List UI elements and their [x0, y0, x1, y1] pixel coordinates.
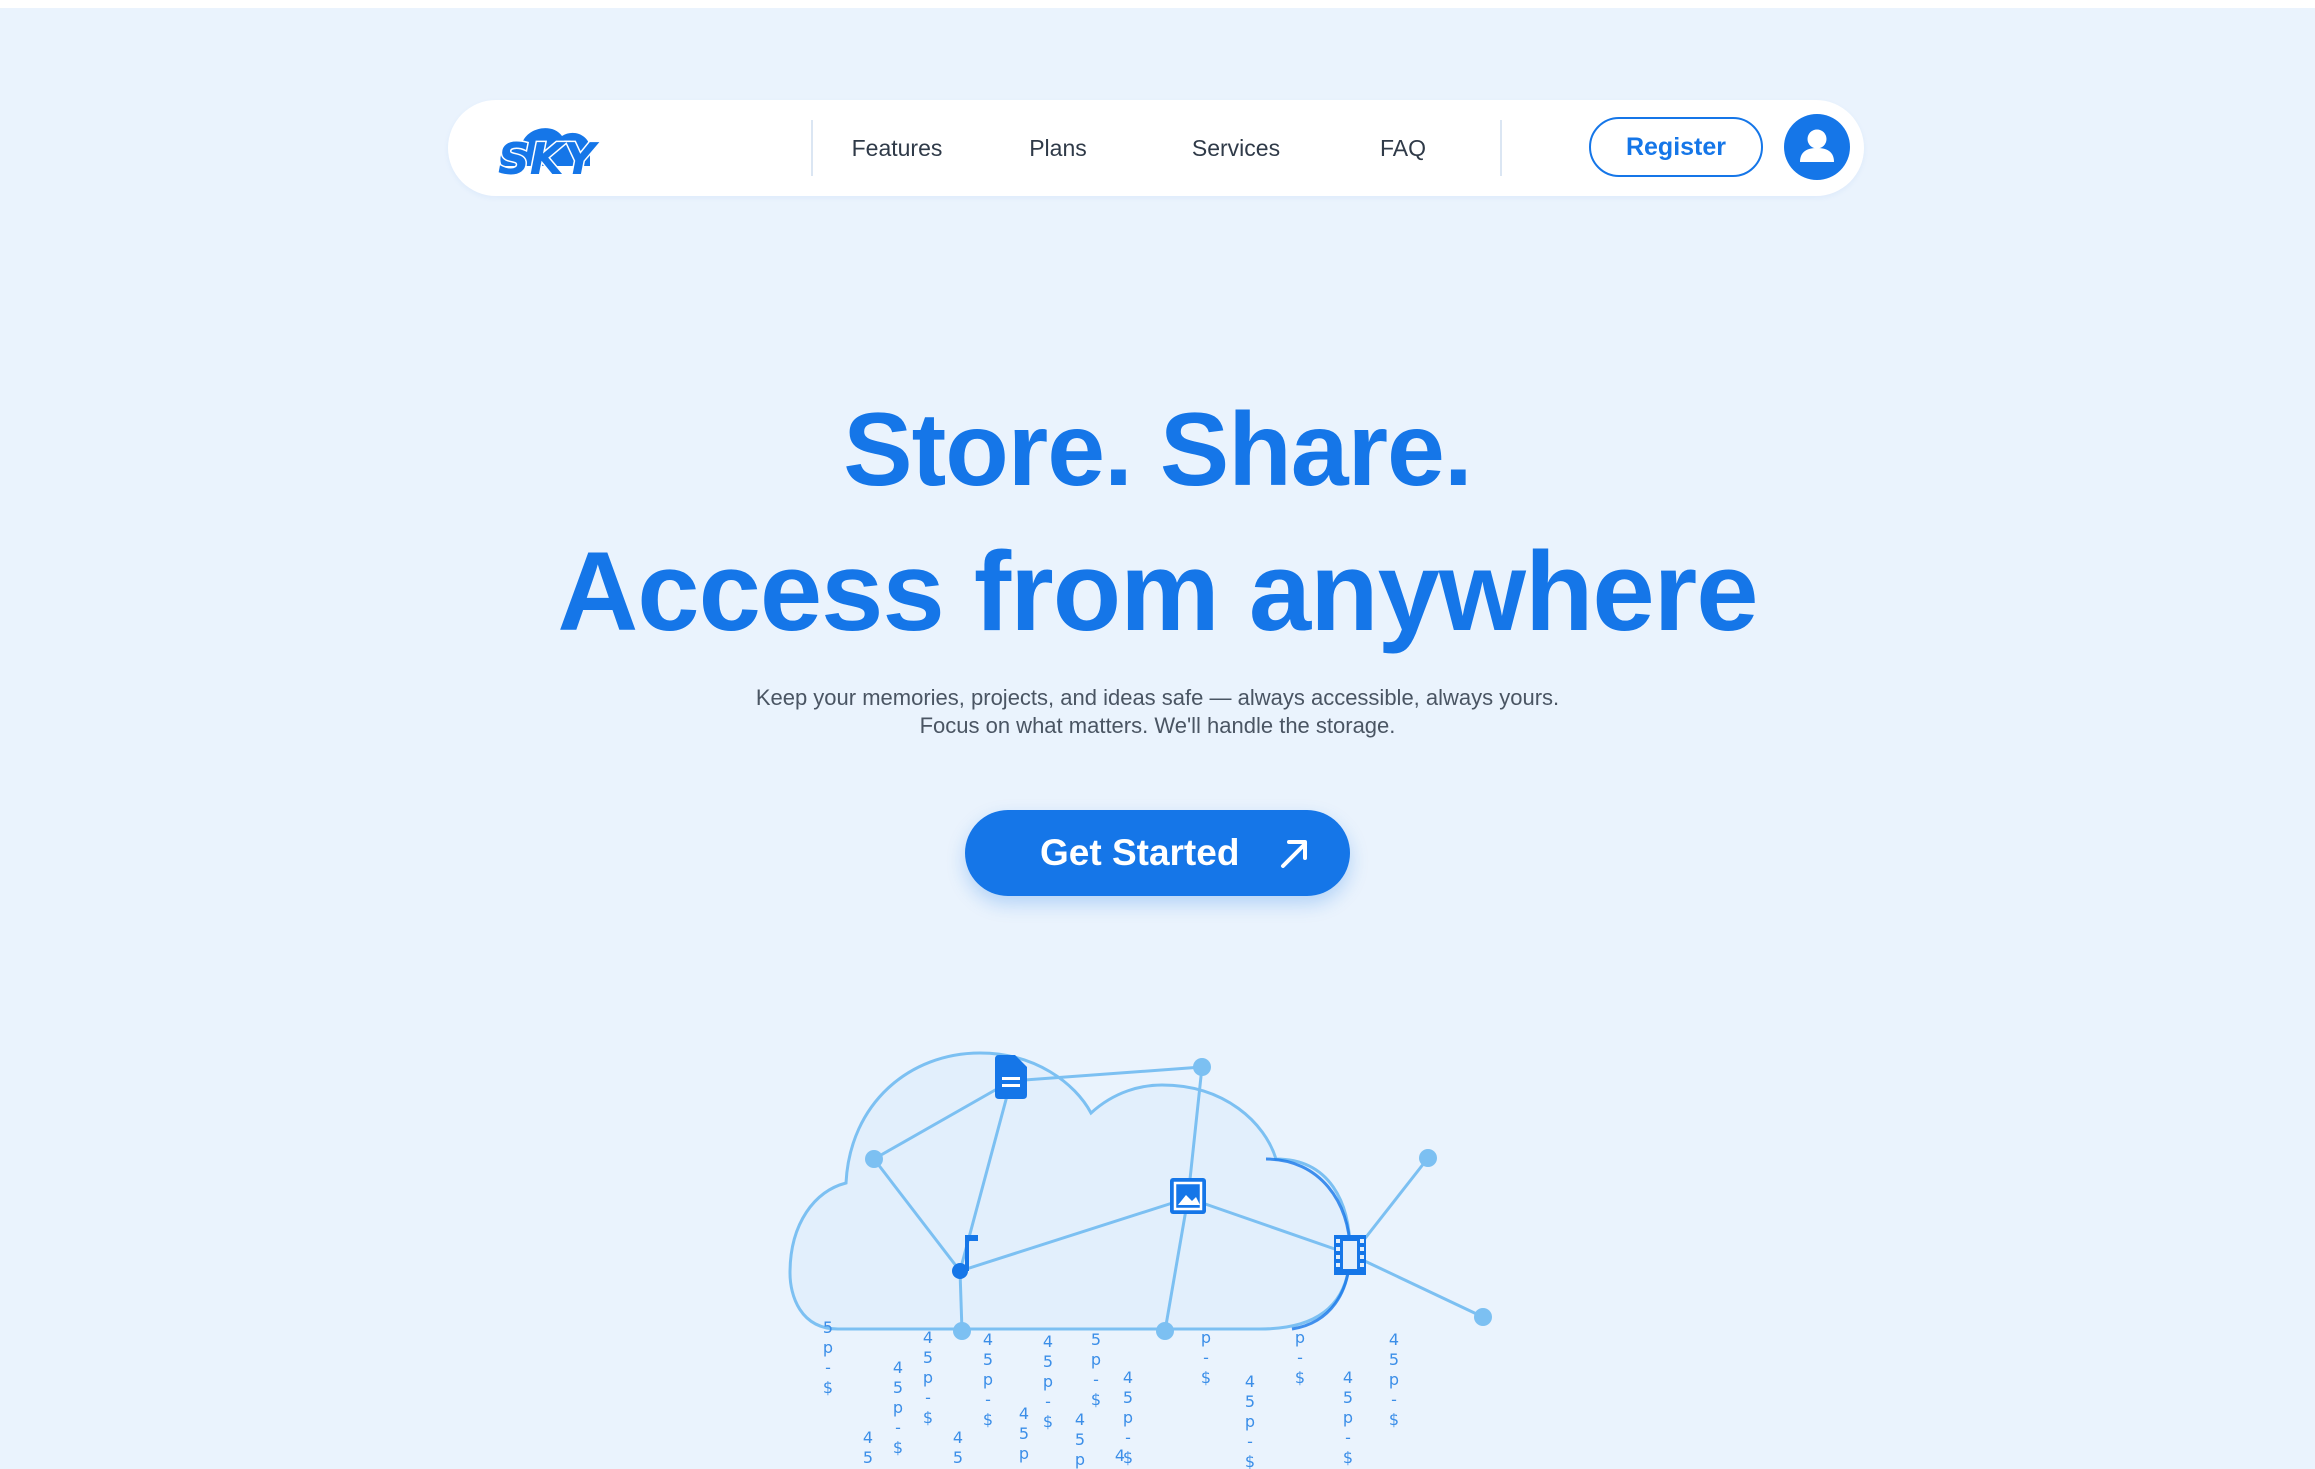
svg-text:$: $: [1389, 1410, 1399, 1429]
svg-text:$: $: [983, 1410, 993, 1429]
svg-text:p: p: [893, 1398, 903, 1417]
get-started-label: Get Started: [1040, 832, 1240, 873]
data-rain: 5p-$ 45p-$ 45p-$ 45p 45p-$ 45p 45p-$ 45p…: [823, 1318, 1399, 1469]
svg-text:5: 5: [1123, 1388, 1133, 1407]
svg-text:5: 5: [863, 1448, 873, 1467]
account-button[interactable]: [1784, 114, 1850, 180]
svg-text:5: 5: [923, 1348, 933, 1367]
svg-text:4: 4: [1123, 1368, 1133, 1387]
svg-text:4: 4: [1389, 1330, 1399, 1349]
cloud-network-illustration: 5p-$ 45p-$ 45p-$ 45p 45p-$ 45p 45p-$ 45p…: [788, 1051, 1492, 1469]
svg-text:4: 4: [1075, 1410, 1085, 1429]
svg-text:-: -: [1045, 1392, 1051, 1411]
svg-text:4: 4: [863, 1428, 873, 1447]
nav-divider-left: [811, 120, 813, 176]
landing-page: SKY Features Plans Services FAQ Register…: [0, 8, 2315, 1469]
svg-text:5: 5: [1245, 1392, 1255, 1411]
svg-text:p: p: [1245, 1412, 1255, 1431]
arrow-up-right-icon: [1281, 840, 1307, 868]
hero-subtitle-line2: Focus on what matters. We'll handle the …: [919, 713, 1396, 738]
user-icon: [1800, 129, 1834, 162]
hero-title-line1: Store. Share.: [843, 392, 1473, 508]
svg-text:p: p: [1019, 1444, 1029, 1463]
film-icon: [1334, 1235, 1366, 1275]
svg-text:4: 4: [1019, 1404, 1029, 1423]
navigation-bar: SKY Features Plans Services FAQ Register: [448, 100, 1864, 196]
svg-text:p: p: [1075, 1450, 1085, 1469]
nav-divider-right: [1500, 120, 1502, 176]
get-started-button[interactable]: Get Started: [965, 810, 1350, 896]
svg-text:p: p: [1123, 1408, 1133, 1427]
svg-text:4: 4: [893, 1358, 903, 1377]
nav-link-services[interactable]: Services: [1166, 130, 1306, 166]
svg-text:-: -: [1125, 1428, 1131, 1447]
svg-text:-: -: [1247, 1432, 1253, 1451]
svg-text:5: 5: [893, 1378, 903, 1397]
svg-text:5: 5: [1091, 1330, 1101, 1349]
svg-text:4: 4: [923, 1328, 933, 1347]
svg-text:5: 5: [1343, 1388, 1353, 1407]
svg-text:4: 4: [953, 1428, 963, 1447]
svg-text:-: -: [825, 1358, 831, 1377]
svg-text:5: 5: [1019, 1424, 1029, 1443]
svg-text:-: -: [925, 1388, 931, 1407]
svg-text:4: 4: [1115, 1446, 1125, 1465]
svg-text:p: p: [1295, 1328, 1305, 1347]
svg-text:p: p: [1389, 1370, 1399, 1389]
hero-subtitle-line1: Keep your memories, projects, and ideas …: [755, 685, 1560, 710]
svg-text:p: p: [1201, 1328, 1211, 1347]
svg-text:p: p: [823, 1338, 833, 1357]
logo-text: SKY: [498, 134, 600, 182]
svg-text:5: 5: [1043, 1352, 1053, 1371]
svg-text:4: 4: [1043, 1332, 1053, 1351]
svg-text:p: p: [1343, 1408, 1353, 1427]
cloud-shape: [788, 1051, 1352, 1331]
svg-text:-: -: [1391, 1390, 1397, 1409]
svg-text:p: p: [1091, 1350, 1101, 1369]
svg-text:$: $: [923, 1408, 933, 1427]
svg-text:5: 5: [823, 1318, 833, 1337]
svg-text:p: p: [923, 1368, 933, 1387]
svg-text:-: -: [895, 1418, 901, 1437]
hero-title-line2: Access from anywhere: [557, 529, 1758, 654]
register-button[interactable]: Register: [1589, 117, 1763, 177]
svg-text:$: $: [1043, 1412, 1053, 1431]
svg-text:$: $: [1201, 1368, 1211, 1387]
svg-text:5: 5: [953, 1448, 963, 1467]
svg-text:$: $: [893, 1438, 903, 1457]
svg-text:p: p: [1043, 1372, 1053, 1391]
svg-text:-: -: [1203, 1348, 1209, 1367]
svg-text:$: $: [1245, 1452, 1255, 1469]
svg-text:-: -: [1345, 1428, 1351, 1447]
svg-text:5: 5: [1389, 1350, 1399, 1369]
svg-text:4: 4: [983, 1330, 993, 1349]
sky-logo[interactable]: SKY: [494, 114, 624, 182]
nav-link-features[interactable]: Features: [822, 130, 972, 166]
svg-text:5: 5: [983, 1350, 993, 1369]
svg-text:-: -: [1021, 1464, 1027, 1469]
svg-text:$: $: [1343, 1448, 1353, 1467]
svg-text:$: $: [1091, 1390, 1101, 1409]
svg-text:-: -: [1093, 1370, 1099, 1389]
svg-text:-: -: [1297, 1348, 1303, 1367]
nav-link-plans[interactable]: Plans: [998, 130, 1118, 166]
svg-text:4: 4: [1343, 1368, 1353, 1387]
nav-link-faq[interactable]: FAQ: [1348, 130, 1458, 166]
image-icon: [1170, 1178, 1206, 1214]
svg-text:$: $: [1295, 1368, 1305, 1387]
svg-text:-: -: [985, 1390, 991, 1409]
svg-text:4: 4: [1245, 1372, 1255, 1391]
svg-text:p: p: [983, 1370, 993, 1389]
svg-text:$: $: [823, 1378, 833, 1397]
svg-text:5: 5: [1075, 1430, 1085, 1449]
